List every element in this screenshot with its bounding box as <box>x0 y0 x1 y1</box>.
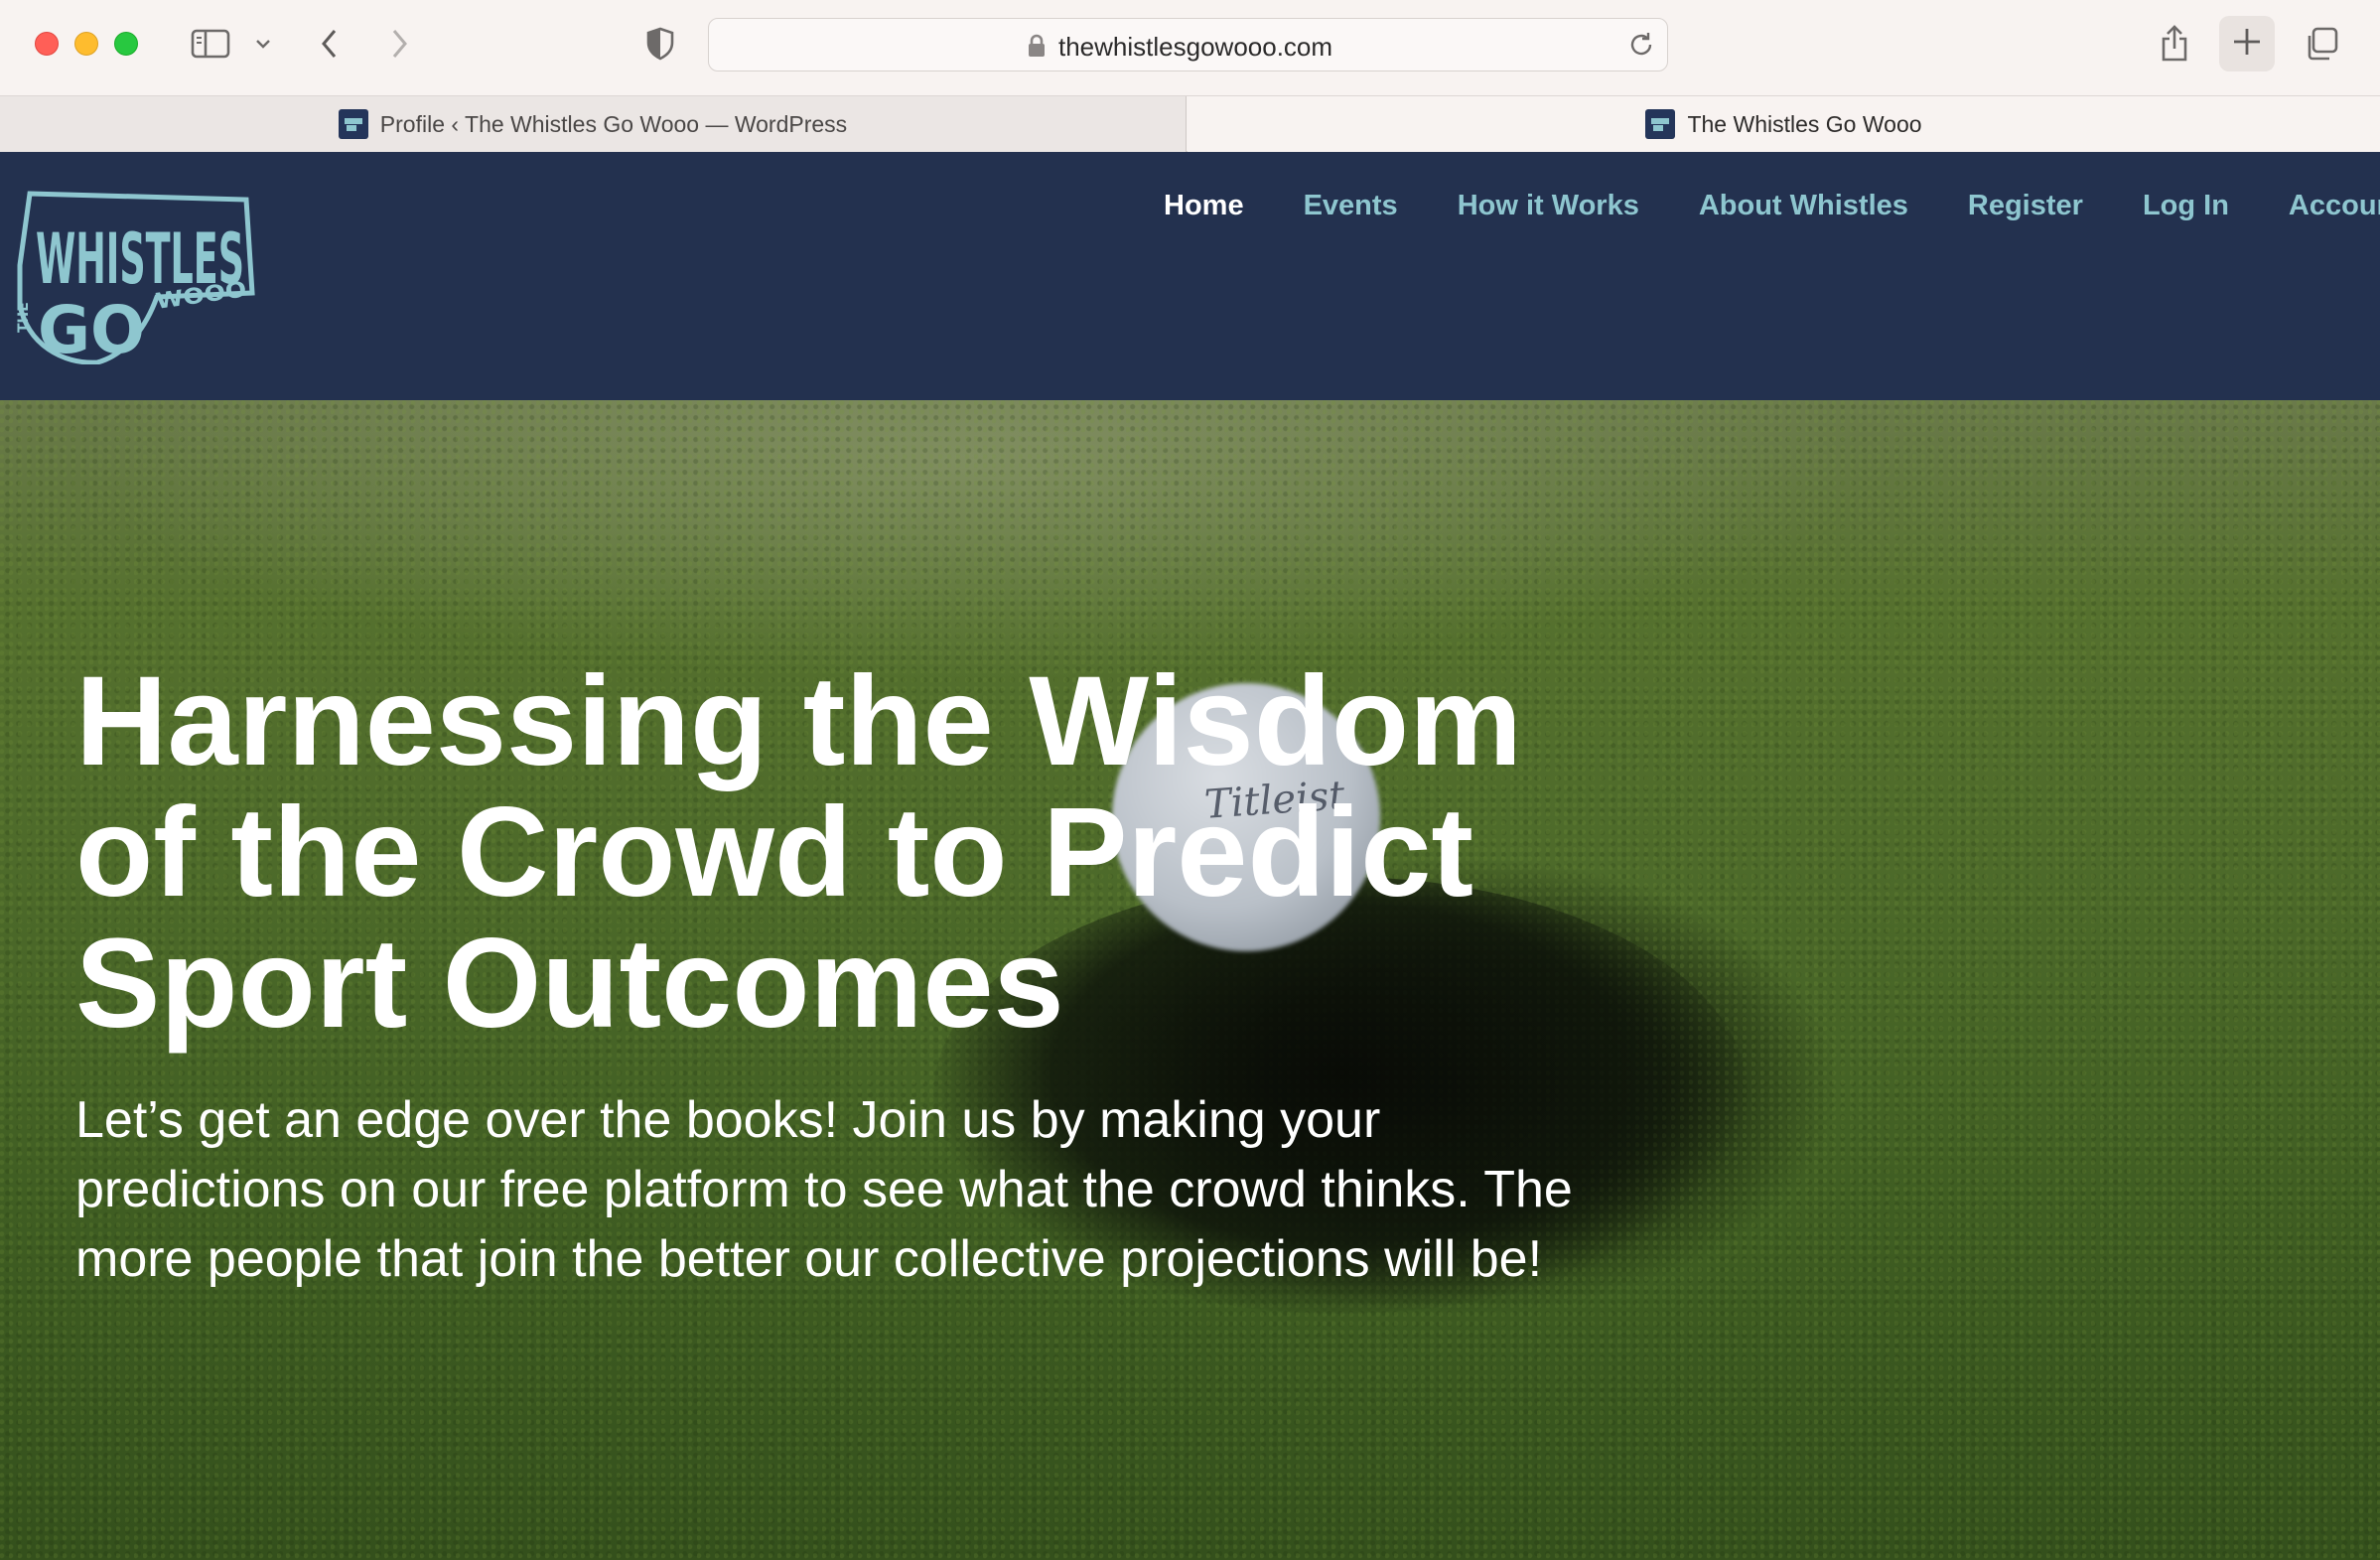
hero-section: Titleist Harnessing the Wisdom of the Cr… <box>0 400 2380 1560</box>
nav-events[interactable]: Events <box>1304 190 1398 222</box>
back-arrow-icon[interactable] <box>314 20 346 68</box>
browser-toolbar: thewhistlesgowooo.com <box>0 0 2380 96</box>
nav-how-it-works[interactable]: How it Works <box>1458 190 1639 222</box>
new-tab-button[interactable] <box>2219 16 2275 71</box>
site-favicon-icon <box>1645 109 1676 139</box>
lock-icon <box>1027 34 1047 63</box>
chevron-down-icon[interactable] <box>252 20 274 68</box>
shield-icon[interactable] <box>643 20 677 68</box>
tab-title: The Whistles Go Wooo <box>1687 110 1922 137</box>
plus-icon <box>2232 27 2262 62</box>
tab-title: Profile ‹ The Whistles Go Wooo — WordPre… <box>379 110 848 137</box>
zoom-window-button[interactable] <box>114 32 138 56</box>
nav-log-in[interactable]: Log In <box>2143 190 2229 222</box>
nav-home[interactable]: Home <box>1164 190 1244 222</box>
share-icon[interactable] <box>2157 20 2192 68</box>
tab-whistles-go-wooo[interactable]: The Whistles Go Wooo <box>1188 96 2380 152</box>
hero-description: Let’s get an edge over the books! Join u… <box>75 1091 1573 1288</box>
site-favicon-icon <box>338 109 368 139</box>
reload-icon[interactable] <box>1627 31 1655 64</box>
address-bar[interactable]: thewhistlesgowooo.com <box>708 18 1668 71</box>
nav-account[interactable]: Account <box>2289 190 2380 222</box>
logo-word-bottom: GO <box>38 292 145 364</box>
nav-register[interactable]: Register <box>1968 190 2083 222</box>
tab-wordpress-profile[interactable]: Profile ‹ The Whistles Go Wooo — WordPre… <box>0 96 1187 152</box>
sidebar-icon[interactable] <box>187 20 234 68</box>
minimize-window-button[interactable] <box>74 32 98 56</box>
url-text: thewhistlesgowooo.com <box>1058 32 1333 62</box>
nav-about-whistles[interactable]: About Whistles <box>1699 190 1908 222</box>
primary-nav: Home Events How it Works About Whistles … <box>1164 190 2380 222</box>
hero-heading: Harnessing the Wisdom of the Crowd to Pr… <box>75 650 1522 1055</box>
site-header: WHISTLES GO THE WOOO Home Events How it … <box>0 152 2380 400</box>
logo-word-small-left: THE <box>16 302 32 333</box>
tab-bar: Profile ‹ The Whistles Go Wooo — WordPre… <box>0 96 2380 152</box>
tabs-overview-icon[interactable] <box>2302 20 2341 68</box>
close-window-button[interactable] <box>35 32 59 56</box>
site-logo[interactable]: WHISTLES GO THE WOOO <box>8 186 256 368</box>
forward-arrow-icon[interactable] <box>383 20 415 68</box>
